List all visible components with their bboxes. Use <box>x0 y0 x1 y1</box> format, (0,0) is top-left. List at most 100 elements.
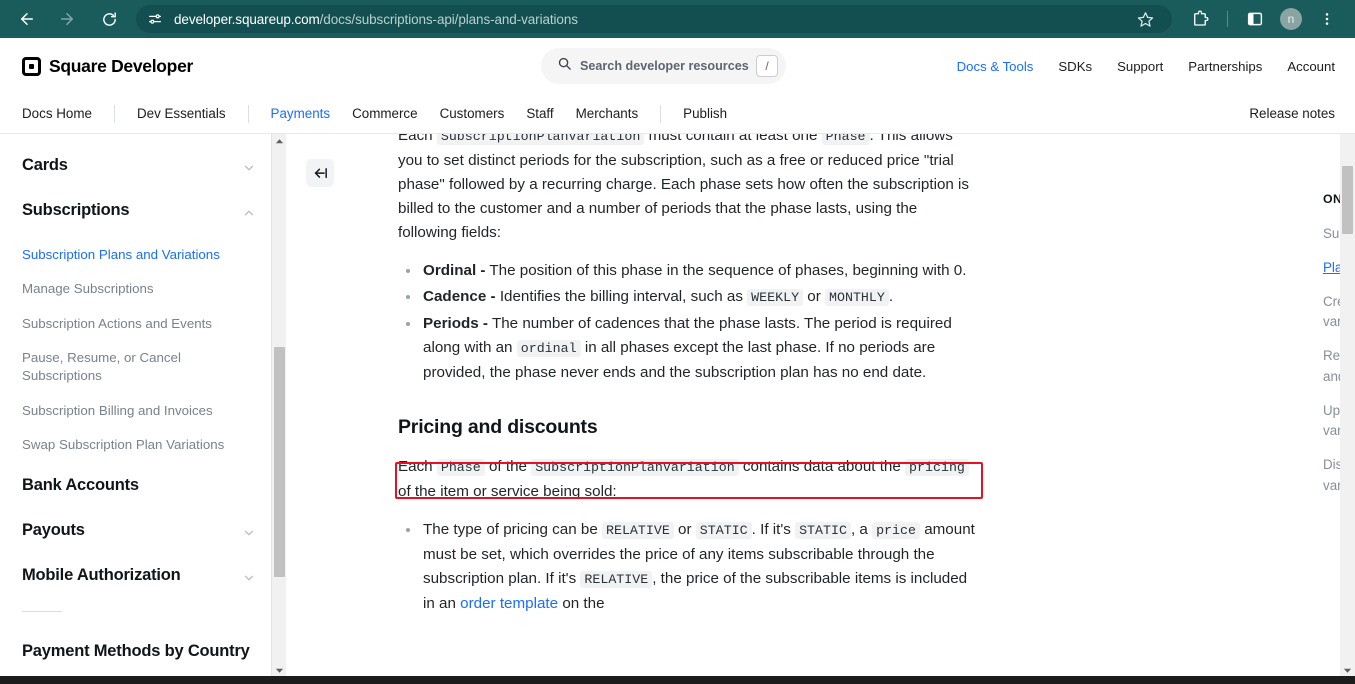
url-domain: developer.squareup.com <box>174 11 320 27</box>
pricing-list: The type of pricing can be RELATIVE or S… <box>398 518 978 616</box>
address-bar[interactable]: developer.squareup.com/docs/subscription… <box>136 5 1172 33</box>
sidebar-item-subscription-plans-and-variations[interactable]: Subscription Plans and Variations <box>22 246 256 264</box>
square-logo-icon <box>22 56 41 76</box>
search-shortcut-key: / <box>756 55 778 77</box>
top-link-partnerships[interactable]: Partnerships <box>1188 59 1262 74</box>
sidebar-item-subscription-actions-and-events[interactable]: Subscription Actions and Events <box>22 315 256 333</box>
url-path: /docs/subscriptions-api/plans-and-variat… <box>319 11 578 27</box>
list-item-pricing-type: The type of pricing can be RELATIVE or S… <box>398 518 978 616</box>
side-panel-icon[interactable] <box>1240 4 1270 34</box>
brand-name: Square Developer <box>49 55 194 76</box>
main-scrollbar[interactable] <box>1340 134 1355 678</box>
extensions-puzzle-icon[interactable] <box>1185 4 1215 34</box>
code-relative: RELATIVE <box>580 571 653 588</box>
code-weekly: WEEKLY <box>747 289 804 306</box>
search-icon <box>557 56 572 76</box>
subnav-staff[interactable]: Staff <box>526 106 553 121</box>
code-monthly: MONTHLY <box>825 289 889 306</box>
chevron-up-icon[interactable] <box>242 206 256 220</box>
code-static: STATIC <box>695 522 752 539</box>
code-price: price <box>872 522 920 539</box>
sidebar-group-label: Cards <box>22 156 68 174</box>
code-subscription-plan-variation: SubscriptionPlanVariation <box>436 134 645 145</box>
list-item-cadence: Cadence - Identifies the billing interva… <box>398 285 978 310</box>
list-item-periods: Periods - The number of cadences that th… <box>398 312 978 385</box>
field-term: Periods - <box>423 315 488 332</box>
search-input[interactable]: Search developer resources / <box>541 48 786 84</box>
subnav-customers[interactable]: Customers <box>440 106 505 121</box>
subnav-dev-essentials[interactable]: Dev Essentials <box>137 106 226 121</box>
main-scrollbar-thumb[interactable] <box>1342 166 1353 234</box>
subnav-publish[interactable]: Publish <box>683 106 727 121</box>
chrome-actions: n <box>1182 4 1345 34</box>
subnav-divider <box>660 104 662 123</box>
link-order-template[interactable]: order template <box>460 595 558 612</box>
brand-logo-link[interactable]: Square Developer <box>22 56 193 77</box>
top-link-account[interactable]: Account <box>1287 59 1335 74</box>
left-sidebar: Cards Subscriptions Subscription Plans a… <box>0 134 286 678</box>
sidebar-scrollbar[interactable] <box>271 134 286 678</box>
field-term: Cadence - <box>423 288 496 305</box>
sidebar-group-bank-accounts[interactable]: Bank Accounts <box>22 476 256 495</box>
forward-button[interactable] <box>52 4 82 34</box>
code-pricing: pricing <box>905 459 969 476</box>
field-term: Ordinal - <box>423 262 486 279</box>
sidebar-group-payment-methods-by-country[interactable]: Payment Methods by Country <box>22 642 256 661</box>
code-ordinal: ordinal <box>516 340 581 357</box>
search-placeholder: Search developer resources <box>580 59 749 73</box>
pricing-intro-paragraph: Each Phase of the SubscriptionPlanVariat… <box>398 455 978 504</box>
subnav-divider <box>247 104 249 123</box>
sidebar-group-label: Mobile Authorization <box>22 566 181 585</box>
subnav-commerce[interactable]: Commerce <box>352 106 417 121</box>
site-header: Square Developer Search developer resour… <box>0 38 1355 94</box>
sidebar-item-subscription-billing-and-invoices[interactable]: Subscription Billing and Invoices <box>22 402 256 420</box>
site-settings-icon[interactable] <box>142 6 168 32</box>
sidebar-group-cards[interactable]: Cards <box>22 156 256 175</box>
sidebar-scrollbar-thumb[interactable] <box>274 347 285 577</box>
sidebar-group-label: Payouts <box>22 521 85 540</box>
sidebar-group-label: Subscriptions <box>22 201 130 219</box>
url-text: developer.squareup.com/docs/subscription… <box>174 12 578 27</box>
secondary-nav: Docs Home Dev Essentials Payments Commer… <box>0 94 1355 134</box>
collapse-sidebar-button[interactable] <box>306 159 334 187</box>
browser-toolbar: developer.squareup.com/docs/subscription… <box>0 0 1355 38</box>
code-relative: RELATIVE <box>601 522 674 539</box>
sidebar-item-pause-resume-cancel-subscriptions[interactable]: Pause, Resume, or Cancel Subscriptions <box>22 349 256 386</box>
sidebar-group-mobile-authorization[interactable]: Mobile Authorization <box>22 566 256 585</box>
code-phase: Phase <box>821 134 870 145</box>
subnav-release-notes[interactable]: Release notes <box>1249 106 1335 121</box>
toolbar-divider <box>1227 11 1228 27</box>
top-link-sdks[interactable]: SDKs <box>1058 59 1092 74</box>
code-subscription-plan-variation: SubscriptionPlanVariation <box>531 459 739 476</box>
top-nav-links: Docs & Tools SDKs Support Partnerships A… <box>957 59 1335 74</box>
phase-fields-list: Ordinal - The position of this phase in … <box>398 259 978 385</box>
chevron-down-icon[interactable] <box>242 526 256 540</box>
avatar[interactable]: n <box>1280 8 1302 30</box>
sidebar-item-manage-subscriptions[interactable]: Manage Subscriptions <box>22 280 256 298</box>
article-body: Each SubscriptionPlanVariation must cont… <box>398 134 978 618</box>
back-button[interactable] <box>12 4 42 34</box>
subnav-payments[interactable]: Payments <box>271 106 331 121</box>
chevron-down-icon[interactable] <box>242 161 256 175</box>
subnav-merchants[interactable]: Merchants <box>576 106 639 121</box>
code-phase: Phase <box>436 459 485 476</box>
sidebar-group-subscriptions[interactable]: Subscriptions <box>22 201 256 220</box>
main-content: Each SubscriptionPlanVariation must cont… <box>286 134 1355 678</box>
list-item-ordinal: Ordinal - The position of this phase in … <box>398 259 978 283</box>
scroll-up-arrow-icon[interactable] <box>272 134 286 149</box>
intro-paragraph: Each SubscriptionPlanVariation must cont… <box>398 134 978 245</box>
sidebar-group-label: Bank Accounts <box>22 476 139 495</box>
chevron-down-icon[interactable] <box>242 571 256 585</box>
subnav-docs-home[interactable]: Docs Home <box>22 106 92 121</box>
sidebar-group-label: Payment Methods by Country <box>22 642 250 661</box>
page-body: Cards Subscriptions Subscription Plans a… <box>0 134 1355 678</box>
reload-button[interactable] <box>94 4 124 34</box>
sidebar-item-swap-subscription-plan-variations[interactable]: Swap Subscription Plan Variations <box>22 436 256 454</box>
top-link-support[interactable]: Support <box>1117 59 1163 74</box>
star-icon[interactable] <box>1132 6 1158 32</box>
top-link-docs-tools[interactable]: Docs & Tools <box>957 59 1034 74</box>
bottom-strip <box>0 676 1355 684</box>
sidebar-group-payouts[interactable]: Payouts <box>22 521 256 540</box>
three-dot-menu-icon[interactable] <box>1312 4 1342 34</box>
section-heading-pricing-and-discounts: Pricing and discounts <box>398 416 598 438</box>
